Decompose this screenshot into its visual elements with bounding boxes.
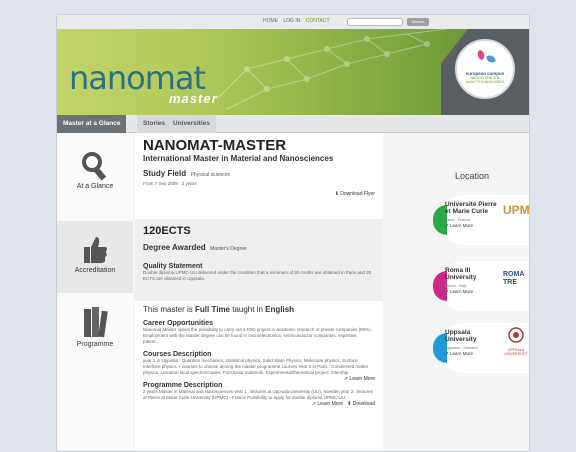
university-learn-more-link[interactable]: ➚ Learn More [445,289,473,295]
tab-master-at-a-glance[interactable]: Master at a Glance [57,115,127,133]
main-content: NANOMAT-MASTER International Master in M… [135,133,383,451]
location-panel: Location Université Pierre et Marie Curi… [383,133,530,451]
search-input[interactable] [347,18,403,26]
programme-section: This master is Full Time taught in Engli… [135,305,383,451]
programme-learn-more-link[interactable]: ➚ Learn More [312,401,343,407]
university-name: Roma III University [445,267,477,281]
start-date: From 7 Sep 2009 · 2 years [143,181,197,186]
top-bar: HOME LOG IN CONTACT Search [57,15,529,29]
career-text: Nanomat Master opens the possibility to … [143,327,372,344]
quality-title: Quality Statement [143,263,203,270]
sidebar-item-label: At a Glance [76,183,114,190]
european-campus-badge: european campus NANOSCIENCE & NANOTECHNO… [455,39,515,99]
courses-title: Courses Description [143,351,212,358]
sidebar-item-at-a-glance[interactable]: At a Glance [57,151,133,221]
tab-universities[interactable]: Universities [167,115,216,133]
header-banner: nanomat master european campus NANOSCIEN… [57,29,529,115]
fulltime-line: This master is Full Time taught in Engli… [143,305,295,314]
main-tabs: Master at a Glance Stories Universities [57,115,529,133]
university-name: Université Pierre et Marie Curie [445,201,497,215]
upmc-logo: UPMC [503,203,530,217]
top-links: HOME LOG IN CONTACT [263,18,334,24]
butterfly-icon [485,53,497,65]
university-city: Paris - France [445,217,471,222]
page-subtitle: International Master in Material and Nan… [143,154,334,163]
programme-links: ➚ Learn More ⬇ Download [143,401,375,407]
programme-text: 2 years Master in Material and Nanoscien… [143,389,373,400]
university-learn-more-link[interactable]: ➚ Learn More [445,223,473,229]
university-city: Uppsala - Sweden [445,345,478,350]
university-card-uppsala[interactable]: Uppsala University Uppsala - Sweden ➚ Le… [433,323,529,373]
magnifier-icon [82,152,107,181]
sidebar-item-programme[interactable]: Programme [57,301,133,381]
university-card-upmc[interactable]: Université Pierre et Marie Curie Paris -… [433,195,530,245]
programme-title: Programme Description [143,382,223,389]
degree-value: Master's Degree [210,246,247,252]
programme-download-link[interactable]: ⬇ Download [347,401,375,407]
career-title: Career Opportunities [143,320,214,327]
university-card-roma[interactable]: Roma III University Roma - Italy ➚ Learn… [433,261,529,311]
sidebar-item-label: Accreditation [74,267,116,274]
sidebar-item-accreditation[interactable]: Accreditation [57,221,133,293]
uppsala-seal-icon [508,327,524,343]
quality-text: Double diploma UPMC-UU delivered under t… [143,270,372,281]
login-link[interactable]: LOG IN [283,18,300,24]
books-icon [84,307,108,338]
search-button[interactable]: Search [407,18,429,26]
university-learn-more-link[interactable]: ➚ Learn More [445,351,473,357]
courses-text: year 1 in Uppsala : Quantum mechanics, s… [143,358,369,375]
at-a-glance-section: NANOMAT-MASTER International Master in M… [135,133,383,203]
ects-value: 120ECTS [143,225,191,237]
study-field-value: Physical sciences [190,172,231,178]
uppsala-logo-text: UPPSALA UNIVERSITET [504,348,528,356]
degree-label: Degree Awarded [143,243,206,252]
thumbs-up-icon [84,237,107,263]
home-link[interactable]: HOME [263,18,278,24]
degree-awarded: Degree Awarded Master's Degree [143,237,375,255]
study-field-label: Study Field [143,169,187,178]
tab-stories[interactable]: Stories [137,115,172,133]
molecule-decoration [216,29,448,110]
sidebar-item-label: Programme [76,341,114,348]
badge-line: NANOSCIENCE & NANOTECHNOLOGIES [466,76,504,84]
university-city: Roma - Italy [445,283,467,288]
accreditation-section: 120ECTS Degree Awarded Master's Degree Q… [135,219,383,301]
roma-tre-logo: ROMA TRE [503,271,525,286]
page-frame: HOME LOG IN CONTACT Search nanomat maste… [56,14,530,452]
location-title: Location [455,171,490,181]
section-sidebar: At a Glance Accreditation Programme [57,133,133,451]
page-title: NANOMAT-MASTER [143,137,287,154]
university-name: Uppsala University [445,329,477,343]
uppsala-logo: UPPSALA UNIVERSITET [503,327,529,356]
logo-subtitle: master [169,91,218,106]
download-flyer-link[interactable]: ⬇ Download Flyer [143,191,375,197]
butterfly-icon [475,49,487,61]
contact-link[interactable]: CONTACT [306,18,330,24]
study-field: Study Field Physical sciences [143,163,375,181]
